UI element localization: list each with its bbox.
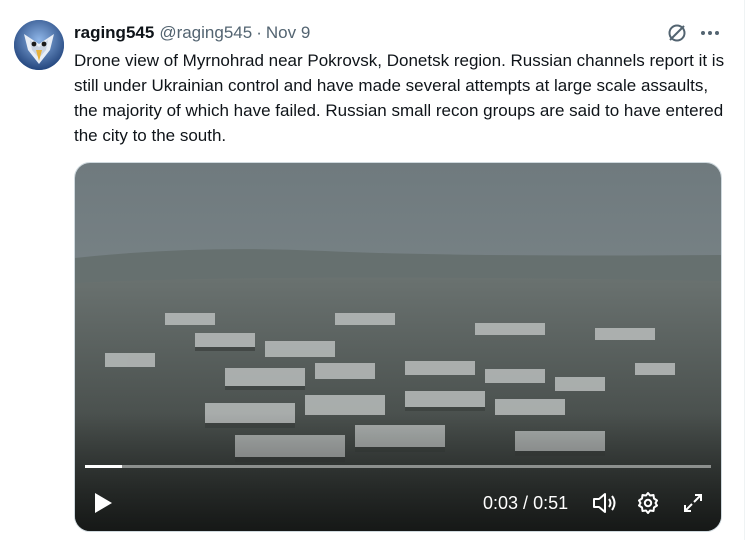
post-date[interactable]: Nov 9 xyxy=(266,23,310,43)
grok-icon xyxy=(668,24,686,42)
author-name[interactable]: raging545 xyxy=(74,23,154,43)
play-icon xyxy=(95,493,112,513)
settings-icon xyxy=(638,492,658,514)
drone-video-frame xyxy=(75,163,721,531)
time-separator: / xyxy=(518,493,534,513)
video-controls: 0:03 / 0:51 xyxy=(75,481,721,525)
duration: 0:51 xyxy=(533,493,569,513)
volume-button[interactable] xyxy=(589,489,619,517)
eagle-avatar-image xyxy=(14,20,64,70)
video-progress-track[interactable] xyxy=(85,465,711,468)
video-time: 0:03 / 0:51 xyxy=(483,493,568,514)
tweet-text: Drone view of Myrnohrad near Pokrovsk, D… xyxy=(74,51,725,145)
play-button[interactable] xyxy=(89,489,117,517)
volume-icon xyxy=(593,493,616,513)
more-icon xyxy=(701,31,719,35)
video-progress-fill xyxy=(85,465,122,468)
tweet-header: raging545 @raging545 · Nov 9 xyxy=(74,20,310,46)
fullscreen-icon xyxy=(684,494,702,512)
current-time: 0:03 xyxy=(483,493,519,513)
timeline-divider xyxy=(744,0,745,540)
separator-dot: · xyxy=(256,23,262,42)
grok-button[interactable] xyxy=(664,20,690,46)
fullscreen-button[interactable] xyxy=(679,489,707,517)
video-player[interactable]: 0:03 / 0:51 xyxy=(74,162,722,532)
settings-button[interactable] xyxy=(633,489,663,517)
avatar[interactable] xyxy=(14,20,64,70)
more-button[interactable] xyxy=(697,20,723,46)
author-handle[interactable]: @raging545 xyxy=(159,23,252,43)
